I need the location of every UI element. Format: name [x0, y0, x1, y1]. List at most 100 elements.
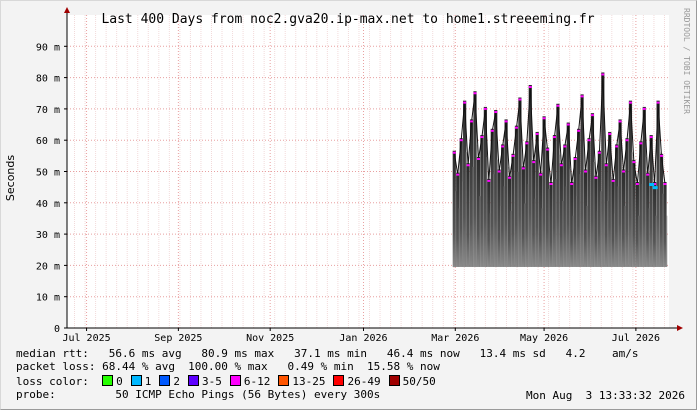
x-tick-label: Jan 2026 — [339, 333, 387, 344]
loss-color-swatch — [333, 375, 345, 386]
loss-color-value: 1 — [144, 375, 152, 388]
median-point — [466, 164, 470, 167]
median-point — [573, 157, 577, 160]
loss-color-legend: loss color: 0 1 2 3-5 6-12 13-25 26-49 50/50 — [16, 375, 444, 388]
packet-loss-stats: packet loss: 68.44 % avg 100.00 % max 0.… — [16, 360, 440, 373]
x-tick-label: Jul 2026 — [612, 333, 660, 344]
y-tick-label: 0 — [54, 324, 60, 335]
loss-color-entry: 1 — [130, 375, 152, 388]
loss-color-value: 2 — [173, 375, 180, 388]
median-rtt-stats: median rtt: 56.6 ms avg 80.9 ms max 37.1… — [16, 347, 639, 360]
loss-color-value: 0 — [116, 375, 123, 388]
median-point — [577, 129, 581, 132]
median-point — [615, 145, 619, 148]
median-point — [521, 167, 525, 170]
median-point — [646, 173, 650, 176]
median-point — [625, 139, 629, 142]
watermark: RRDTOOL / TOBI OETIKER — [682, 8, 691, 114]
smoke-bar — [665, 215, 668, 267]
y-tick-label: 40 m — [36, 199, 60, 210]
median-point — [483, 107, 487, 110]
median-point — [663, 183, 667, 186]
median-point — [511, 154, 515, 157]
loss-color-swatch — [159, 375, 171, 386]
median-point — [490, 129, 494, 132]
y-tick-label: 50 m — [36, 168, 60, 179]
median-point — [608, 132, 612, 135]
loss-color-entries: 0 1 2 3-5 6-12 13-25 26-49 50/50 — [102, 375, 444, 388]
x-tick-label: Nov 2025 — [246, 333, 294, 344]
median-point — [470, 120, 474, 123]
rtt-chart: Jul 2025 Sep 2025 Nov 2025 Jan 2026 Mar 2026… — [4, 7, 691, 344]
median-point — [628, 101, 632, 104]
median-point — [549, 183, 553, 186]
median-point — [597, 151, 601, 154]
median-point — [580, 95, 584, 98]
chart-title: Last 400 Days from noc2.gva20.ip-max.net… — [101, 12, 594, 27]
loss-marker — [652, 186, 658, 190]
median-point — [639, 142, 643, 145]
y-tick-label: 80 m — [36, 74, 60, 85]
loss-color-label: loss color: — [16, 375, 89, 388]
median-point — [584, 170, 588, 173]
median-point — [501, 145, 505, 148]
y-tick-label: 30 m — [36, 230, 60, 241]
y-axis-label: Seconds — [4, 155, 17, 201]
median-point — [642, 107, 646, 110]
y-tick-label: 70 m — [36, 105, 60, 116]
median-point — [497, 170, 501, 173]
median-point — [508, 176, 512, 179]
x-axis-arrow — [677, 325, 683, 331]
median-point — [635, 183, 639, 186]
y-tick-label: 10 m — [36, 293, 60, 304]
loss-color-entry: 3-5 — [187, 375, 222, 388]
median-point — [622, 170, 626, 173]
loss-color-value: 50/50 — [402, 375, 436, 388]
median-point — [552, 136, 556, 139]
y-tick-label: 90 m — [36, 42, 60, 53]
median-point — [456, 173, 460, 176]
loss-color-swatch — [130, 375, 142, 386]
median-point — [632, 161, 636, 164]
loss-color-value: 6-12 — [243, 375, 271, 388]
median-point — [618, 120, 622, 123]
median-point — [542, 117, 546, 120]
median-point — [563, 145, 567, 148]
median-point — [463, 101, 467, 104]
median-point — [487, 179, 491, 182]
loss-color-value: 3-5 — [201, 375, 222, 388]
y-tick-label: 60 m — [36, 136, 60, 147]
median-point — [480, 136, 484, 139]
median-point — [528, 85, 532, 88]
loss-color-entry: 13-25 — [278, 375, 325, 388]
x-tick-label: Mar 2026 — [431, 333, 479, 344]
y-tick-label: 20 m — [36, 261, 60, 272]
loss-color-entry: 6-12 — [229, 375, 271, 388]
median-point — [604, 164, 608, 167]
median-point — [539, 173, 543, 176]
x-tick-label: Jul 2025 — [62, 333, 110, 344]
loss-color-swatch — [187, 375, 199, 386]
probe-info: probe: 50 ICMP Echo Pings (56 Bytes) eve… — [16, 388, 381, 401]
loss-color-entry: 50/50 — [388, 375, 436, 388]
median-point — [566, 123, 570, 126]
loss-color-value: 13-25 — [292, 375, 326, 388]
loss-color-swatch — [278, 375, 290, 386]
median-point — [556, 104, 560, 107]
median-point — [459, 139, 463, 142]
median-point — [660, 154, 664, 157]
loss-color-value: 26-49 — [347, 375, 381, 388]
median-point — [532, 161, 536, 164]
loss-color-swatch — [102, 375, 114, 386]
median-point — [452, 151, 456, 154]
median-point — [525, 142, 529, 145]
loss-marker — [649, 183, 655, 187]
median-point — [587, 139, 591, 142]
median-point — [601, 73, 605, 76]
median-point — [656, 101, 660, 104]
median-point — [611, 179, 615, 182]
loss-color-swatch — [388, 375, 400, 386]
loss-color-entry: 26-49 — [333, 375, 381, 388]
median-point — [494, 111, 498, 114]
median-point — [594, 176, 598, 179]
